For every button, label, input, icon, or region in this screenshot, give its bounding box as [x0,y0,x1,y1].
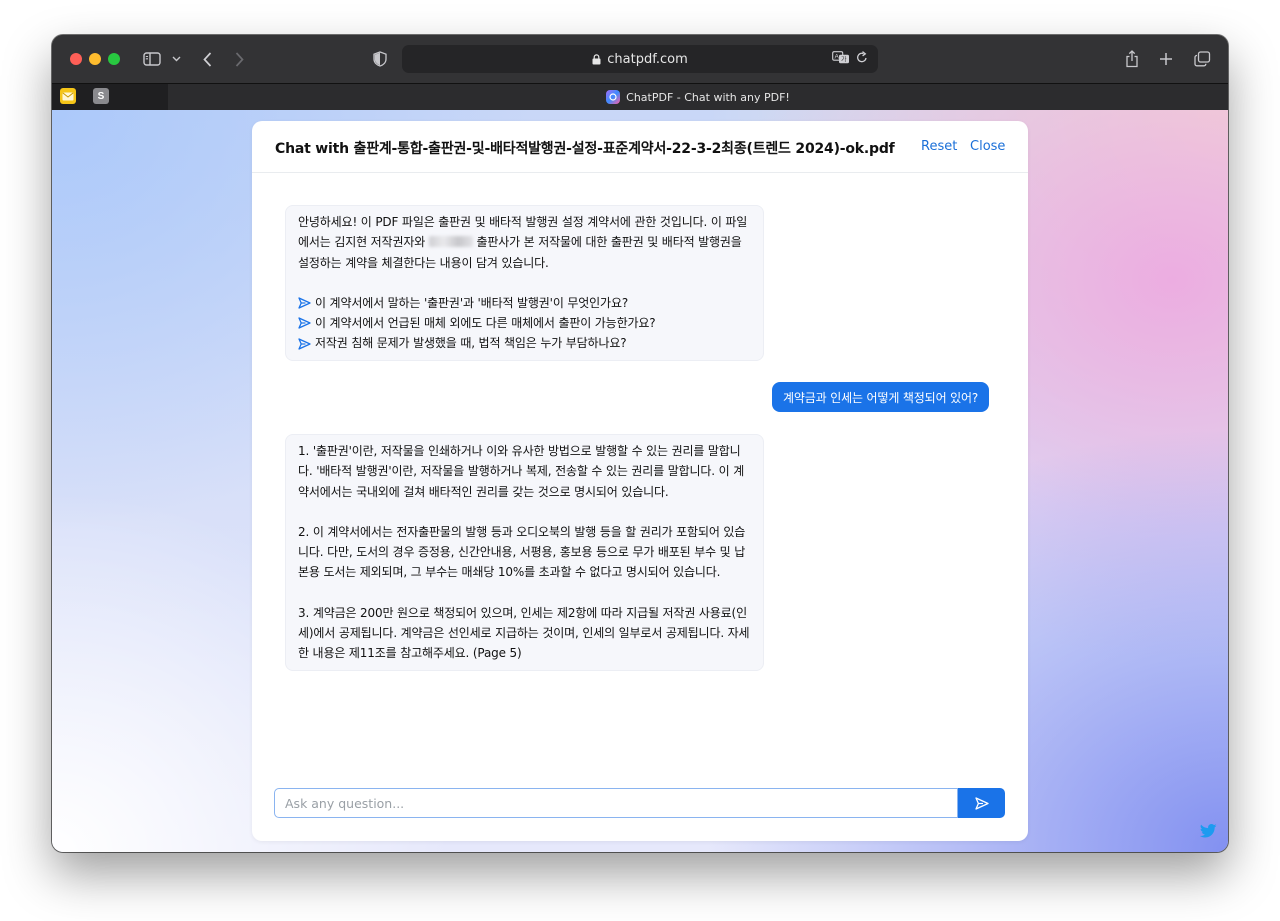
send-arrow-icon [298,317,311,329]
suggested-question-2[interactable]: 이 계약서에서 언급된 매체 외에도 다른 매체에서 출판이 가능한가요? [298,313,751,333]
bot-message-intro: 안녕하세요! 이 PDF 파일은 출판권 및 배타적 발행권 설정 계약서에 관… [285,205,764,361]
suggested-question-text: 이 계약서에서 말하는 '출판권'과 '배타적 발행권'이 무엇인가요? [315,295,629,310]
twitter-icon[interactable] [1199,823,1217,842]
send-arrow-icon [298,337,311,350]
bot-message-answer: 1. '출판권'이란, 저작물을 인쇄하거나 이와 유사한 방법으로 발행할 수… [285,434,764,671]
browser-window: chatpdf.com A가 S ChatPDF - Chat with any… [52,35,1228,852]
answer-paragraph-3: 3. 계약금은 200만 원으로 책정되어 있으며, 인세는 제2항에 따라 지… [298,605,750,661]
chat-title: Chat with 출판계-통합-출판권-및-배타적발행권-설정-표준계약서-2… [275,141,895,157]
tab-overview-icon[interactable] [1193,49,1211,69]
tab-title: ChatPDF - Chat with any PDF! [626,90,790,104]
suggested-question-text: 저작권 침해 문제가 발생했을 때, 법적 책임은 누가 부담하나요? [315,336,627,351]
page-content: Chat with 출판계-통합-출판권-및-배타적발행권-설정-표준계약서-2… [52,110,1228,852]
answer-paragraph-1: 1. '출판권'이란, 저작물을 인쇄하거나 이와 유사한 방법으로 발행할 수… [298,444,745,499]
mail-icon[interactable] [60,88,76,104]
browser-toolbar: chatpdf.com A가 [52,35,1228,83]
svg-text:A: A [835,54,840,61]
question-input[interactable] [274,788,958,818]
tab-chatpdf[interactable]: ChatPDF - Chat with any PDF! [168,84,1228,110]
send-arrow-icon [298,297,311,309]
answer-paragraph-2: 2. 이 계약서에서는 전자출판물의 발행 등과 오디오북의 발행 등을 할 권… [298,524,746,580]
sidebar-toggle-icon[interactable] [142,49,162,69]
svg-text:가: 가 [841,56,847,64]
intro-text: 안녕하세요! 이 PDF 파일은 출판권 및 배타적 발행권 설정 계약서에 관… [298,212,751,273]
suggested-question-text: 이 계약서에서 언급된 매체 외에도 다른 매체에서 출판이 가능한가요? [315,316,656,331]
lock-icon [592,53,601,65]
user-message: 계약금과 인세는 어떻게 책정되어 있어? [772,382,990,412]
chevron-down-icon[interactable] [170,49,182,69]
redacted-publisher-name [428,236,473,248]
chat-header: Chat with 출판계-통합-출판권-및-배타적발행권-설정-표준계약서-2… [252,121,1028,173]
new-tab-icon[interactable] [1158,49,1174,69]
url-text: chatpdf.com [607,51,688,67]
tab-bar: S ChatPDF - Chat with any PDF! [52,83,1228,110]
forward-arrow-icon[interactable] [232,49,246,69]
window-zoom-button[interactable] [108,53,120,65]
reset-button[interactable]: Reset [921,139,957,154]
privacy-shield-icon[interactable] [372,49,388,69]
s-app-icon[interactable]: S [93,88,109,104]
translate-icon[interactable]: A가 [832,51,850,68]
send-icon [974,796,989,810]
send-button[interactable] [958,788,1005,818]
window-close-button[interactable] [70,53,82,65]
address-bar[interactable]: chatpdf.com A가 [402,45,878,73]
suggested-question-1[interactable]: 이 계약서에서 말하는 '출판권'과 '배타적 발행권'이 무엇인가요? [298,293,751,313]
close-button[interactable]: Close [970,139,1005,154]
question-input-row [274,788,1005,818]
window-minimize-button[interactable] [89,53,101,65]
share-icon[interactable] [1124,49,1140,69]
suggested-question-3[interactable]: 저작권 침해 문제가 발생했을 때, 법적 책임은 누가 부담하나요? [298,333,751,353]
back-arrow-icon[interactable] [200,49,214,69]
chatpdf-logo-icon [606,90,621,104]
reload-icon[interactable] [856,51,868,68]
chat-panel: Chat with 출판계-통합-출판권-및-배타적발행권-설정-표준계약서-2… [252,121,1028,841]
